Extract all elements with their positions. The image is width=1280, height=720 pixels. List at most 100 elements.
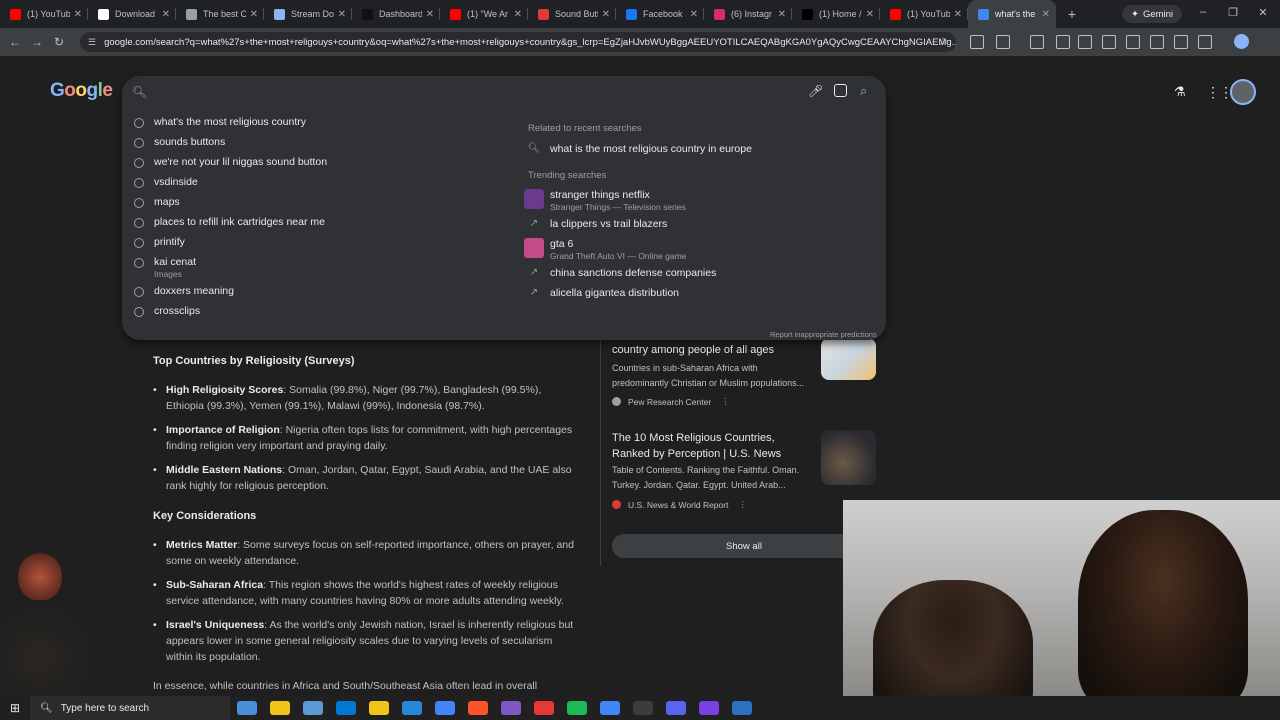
taskbar-app-icon[interactable] xyxy=(599,701,620,715)
devtools-icon[interactable] xyxy=(1174,35,1188,49)
suggestion-item[interactable]: printify xyxy=(134,236,185,248)
browser-profile-avatar[interactable] xyxy=(1234,34,1249,49)
new-tab-icon[interactable]: + xyxy=(1060,6,1084,22)
browser-tab[interactable]: Facebook ✕ xyxy=(616,0,704,28)
site-info-icon[interactable]: ☰ xyxy=(88,37,96,48)
trending-search-item[interactable]: gta 6 Grand Theft Auto VI — Online game xyxy=(524,238,686,261)
sidepanel-icon[interactable] xyxy=(1102,35,1116,49)
tab-close-icon[interactable]: ✕ xyxy=(778,9,786,20)
taskbar-app-icon[interactable] xyxy=(698,701,719,715)
suggestion-item[interactable]: maps xyxy=(134,196,180,208)
source-title[interactable]: country among people of all ages xyxy=(612,342,812,358)
cast-icon[interactable] xyxy=(1030,35,1044,49)
bookmark-star-icon[interactable]: ☆ xyxy=(938,35,948,48)
browser-tab[interactable]: (6) Instagr ✕ xyxy=(704,0,792,28)
source-site[interactable]: Pew Research Center ⋮ xyxy=(612,396,730,407)
taskbar-app-icon[interactable] xyxy=(401,701,422,715)
tab-close-icon[interactable]: ✕ xyxy=(866,9,874,20)
reading-list-icon[interactable] xyxy=(1078,35,1092,49)
downloads-icon[interactable] xyxy=(1198,35,1212,49)
address-bar[interactable]: ☰ google.com/search?q=what%27s+the+most+… xyxy=(80,32,956,52)
taskbar-app-icon[interactable] xyxy=(500,701,521,715)
extension-icon[interactable] xyxy=(970,35,984,49)
taskbar-app-icon[interactable] xyxy=(236,701,257,715)
trending-search-item[interactable]: ↗ alicella gigantea distribution xyxy=(524,287,679,299)
taskbar-app-icon[interactable] xyxy=(632,701,653,715)
windows-start-icon[interactable]: ⊞ xyxy=(0,701,30,715)
browser-tab[interactable]: Stream Do ✕ xyxy=(264,0,352,28)
trending-search-item[interactable]: ↗ la clippers vs trail blazers xyxy=(524,218,668,230)
source-title[interactable]: The 10 Most Religious Countries, Ranked … xyxy=(612,430,812,462)
suggestion-text: kai cenat xyxy=(154,256,197,268)
account-avatar[interactable] xyxy=(1230,79,1256,105)
suggestion-item[interactable]: doxxers meaning xyxy=(134,285,234,297)
suggestion-item[interactable]: crossclips xyxy=(134,305,200,317)
browser-tab[interactable]: (1) Home / ✕ xyxy=(792,0,880,28)
browser-tab[interactable]: Dashboard ✕ xyxy=(352,0,440,28)
microphone-icon[interactable]: 🎤︎ xyxy=(808,84,823,98)
taskbar-app-icon[interactable] xyxy=(731,701,752,715)
taskbar-app-icon[interactable] xyxy=(335,701,356,715)
suggestion-item[interactable]: vsdinside xyxy=(134,176,198,188)
taskbar-app-icon[interactable] xyxy=(302,701,323,715)
browser-tab[interactable]: (1) YouTub ✕ xyxy=(0,0,88,28)
taskbar-app-icon[interactable] xyxy=(566,701,587,715)
source-thumbnail[interactable] xyxy=(821,338,876,380)
tab-close-icon[interactable]: ✕ xyxy=(74,9,82,20)
search-submit-icon[interactable]: ⌕ xyxy=(860,83,867,99)
search-input[interactable] xyxy=(154,83,814,101)
screenshot-icon[interactable] xyxy=(1056,35,1070,49)
suggestion-item[interactable]: what's the most religious country xyxy=(134,116,306,128)
translate-icon[interactable] xyxy=(1150,35,1164,49)
browser-tab[interactable]: The best Cl ✕ xyxy=(176,0,264,28)
source-site[interactable]: U.S. News & World Report ⋮ xyxy=(612,499,747,510)
maximize-icon[interactable]: ❐ xyxy=(1218,6,1248,19)
tab-close-icon[interactable]: ✕ xyxy=(1042,9,1050,20)
browser-tab[interactable]: what's the ✕ xyxy=(968,0,1056,28)
report-predictions-link[interactable]: Report inappropriate predictions xyxy=(770,330,877,339)
tab-close-icon[interactable]: ✕ xyxy=(954,9,962,20)
reload-icon[interactable]: ↻ xyxy=(48,35,70,49)
browser-tab[interactable]: Download ✕ xyxy=(88,0,176,28)
bookmarks-icon[interactable] xyxy=(1126,35,1140,49)
minimize-icon[interactable]: – xyxy=(1188,6,1218,18)
result-bullet: Importance of Religion: Nigeria often to… xyxy=(153,422,578,454)
back-icon[interactable]: ← xyxy=(4,35,26,49)
tab-close-icon[interactable]: ✕ xyxy=(690,9,698,20)
trending-search-item[interactable]: ↗ china sanctions defense companies xyxy=(524,267,717,279)
forward-icon[interactable]: → xyxy=(26,35,48,49)
suggestion-item[interactable]: we're not your lil niggas sound button xyxy=(134,156,327,168)
tab-close-icon[interactable]: ✕ xyxy=(338,9,346,20)
tab-close-icon[interactable]: ✕ xyxy=(250,9,258,20)
taskbar-search[interactable]: 🔍︎ Type here to search xyxy=(30,696,230,720)
taskbar-app-icon[interactable] xyxy=(368,701,389,715)
gemini-button[interactable]: ✦ Gemini xyxy=(1122,5,1182,23)
related-search-item[interactable]: 🔍︎ what is the most religious country in … xyxy=(524,143,752,155)
browser-tab[interactable]: (1) "We Ar ✕ xyxy=(440,0,528,28)
labs-flask-icon[interactable]: ⚗ xyxy=(1174,84,1186,100)
tab-close-icon[interactable]: ✕ xyxy=(602,9,610,20)
tab-close-icon[interactable]: ✕ xyxy=(514,9,522,20)
more-options-icon[interactable]: ⋮ xyxy=(721,396,730,407)
suggestion-item[interactable]: kai cenat Images xyxy=(134,256,196,279)
source-thumbnail[interactable] xyxy=(821,430,876,485)
google-logo[interactable]: Google xyxy=(50,80,113,102)
trending-search-item[interactable]: stranger things netflix Stranger Things —… xyxy=(524,189,686,212)
suggestion-item[interactable]: places to refill ink cartridges near me xyxy=(134,216,325,228)
browser-tab[interactable]: (1) YouTub ✕ xyxy=(880,0,968,28)
close-window-icon[interactable]: ✕ xyxy=(1248,6,1278,19)
puzzle-icon[interactable] xyxy=(996,35,1010,49)
taskbar-app-icon[interactable] xyxy=(533,701,554,715)
search-box[interactable]: 🔍︎ 🎤︎ ⌕ xyxy=(122,76,886,108)
tab-close-icon[interactable]: ✕ xyxy=(162,9,170,20)
google-lens-icon[interactable] xyxy=(834,84,847,97)
taskbar-app-icon[interactable] xyxy=(269,701,290,715)
taskbar-app-icon[interactable] xyxy=(665,701,686,715)
more-options-icon[interactable]: ⋮ xyxy=(738,499,747,510)
browser-tab[interactable]: Sound Butt ✕ xyxy=(528,0,616,28)
suggestion-item[interactable]: sounds buttons xyxy=(134,136,225,148)
tab-close-icon[interactable]: ✕ xyxy=(426,9,434,20)
show-all-button[interactable]: Show all xyxy=(612,534,876,558)
taskbar-app-icon[interactable] xyxy=(434,701,455,715)
taskbar-app-icon[interactable] xyxy=(467,701,488,715)
